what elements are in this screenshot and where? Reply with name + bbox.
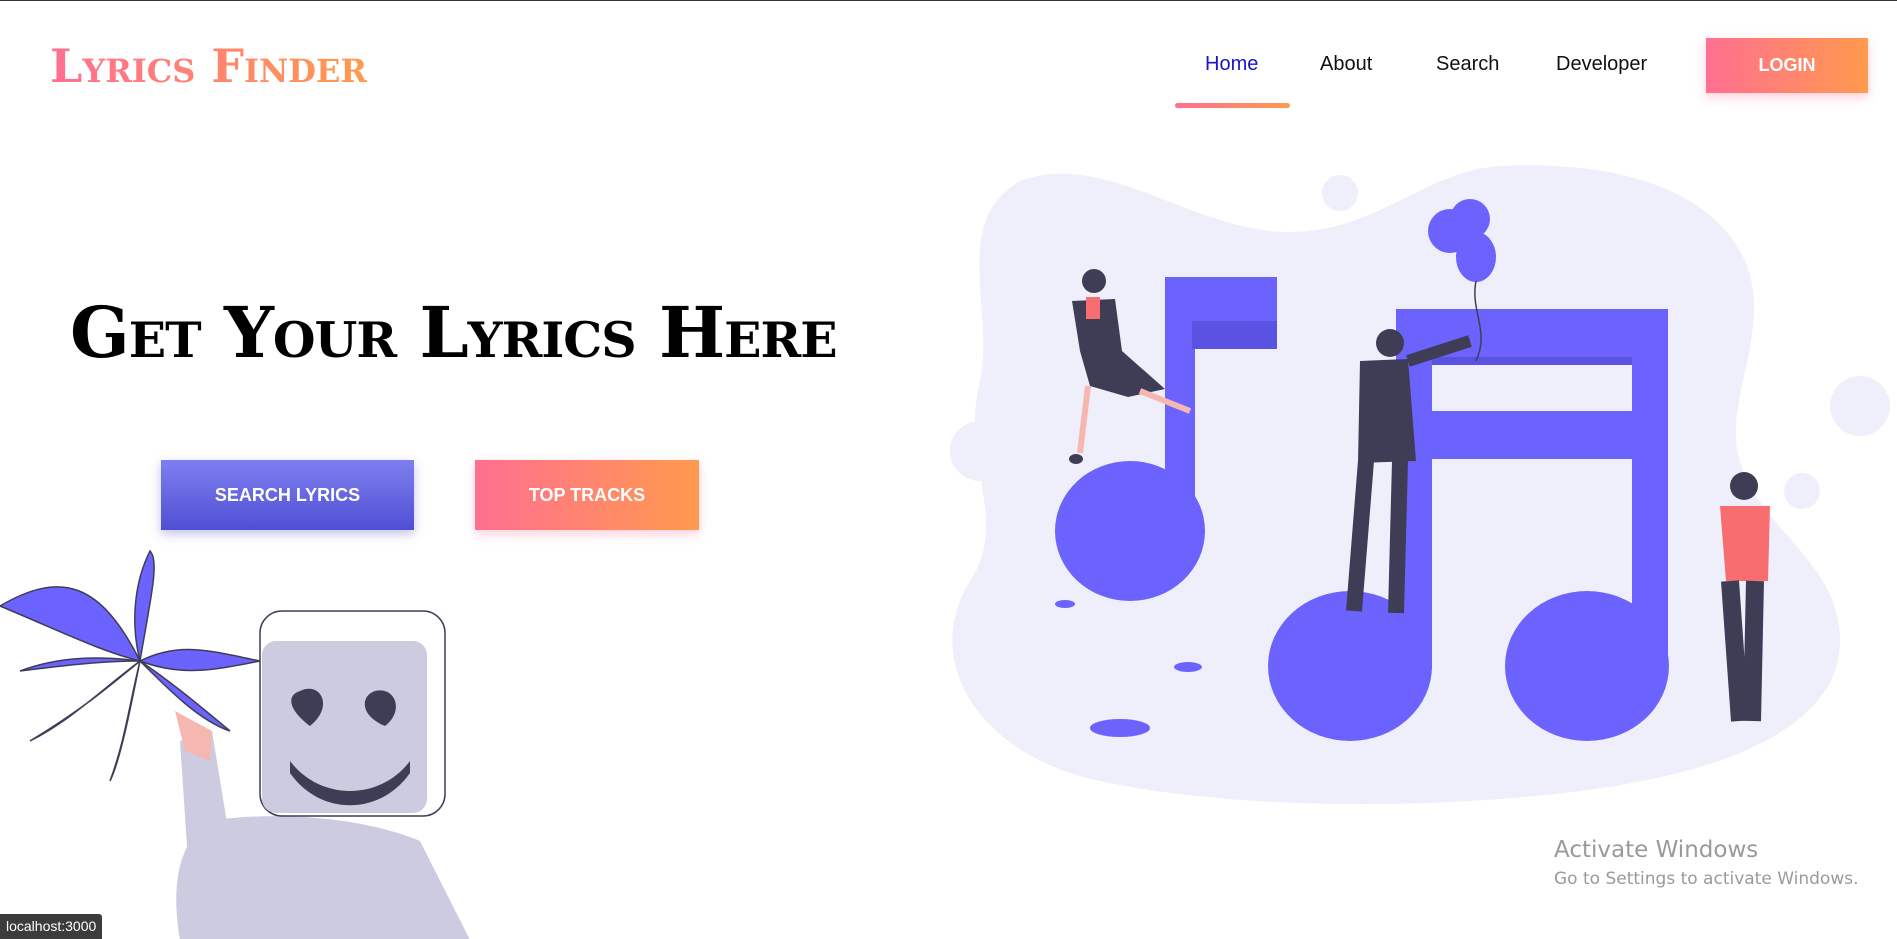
main-nav: Home About Search Developer — [0, 53, 1897, 113]
top-tracks-button[interactable]: TOP TRACKS — [475, 460, 699, 530]
marshmello-illustration — [0, 549, 470, 939]
search-lyrics-button[interactable]: SEARCH LYRICS — [161, 460, 414, 530]
music-notes-illustration — [950, 165, 1890, 805]
login-button[interactable]: LOGIN — [1706, 38, 1868, 93]
hero-headline: Get Your Lyrics Here — [70, 291, 838, 374]
nav-about[interactable]: About — [1320, 53, 1372, 76]
windows-activation-watermark: Activate Windows Go to Settings to activ… — [1554, 837, 1859, 889]
nav-active-underline — [1175, 103, 1290, 108]
activate-title: Activate Windows — [1554, 837, 1759, 863]
nav-developer[interactable]: Developer — [1556, 53, 1647, 76]
status-bar-url: localhost:3000 — [0, 914, 103, 939]
firework-icon — [0, 549, 261, 782]
nav-home[interactable]: Home — [1205, 53, 1258, 76]
nav-search[interactable]: Search — [1436, 53, 1499, 76]
activate-subtitle: Go to Settings to activate Windows. — [1554, 869, 1859, 889]
